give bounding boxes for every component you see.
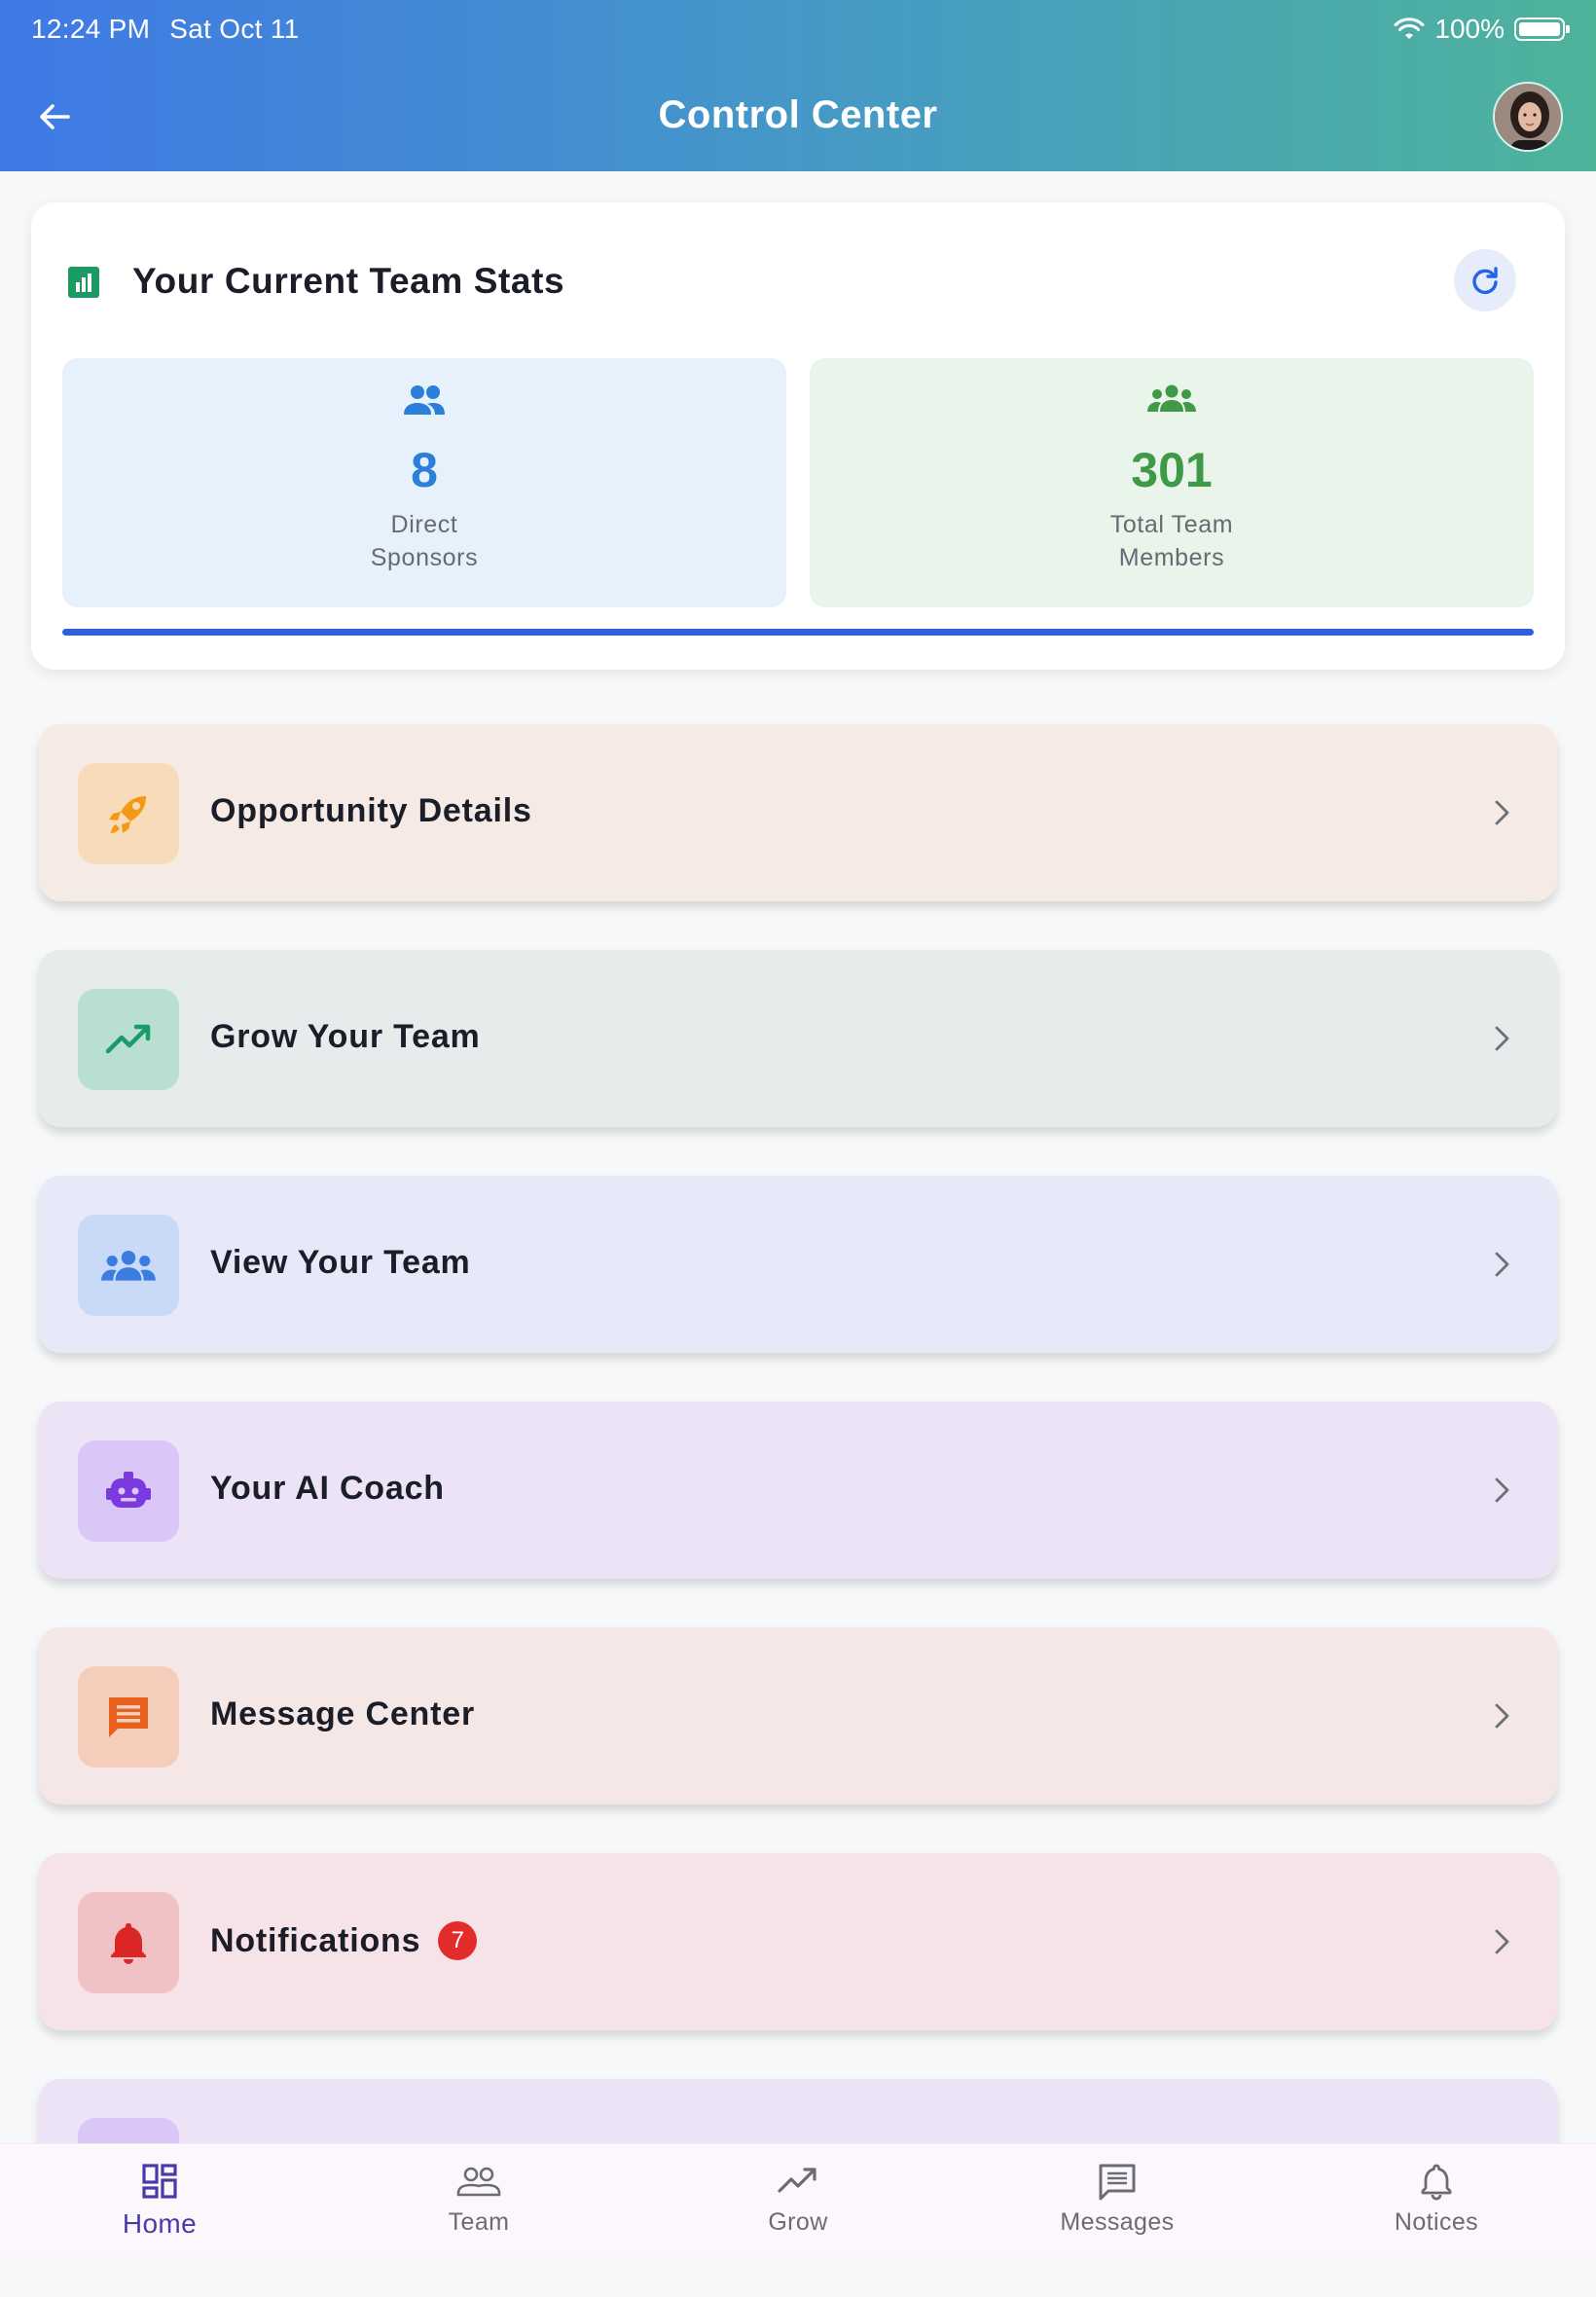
status-bar-left: 12:24 PM Sat Oct 11 [31, 14, 318, 45]
nav-label: Notices [1394, 2208, 1479, 2236]
refresh-icon [1472, 267, 1498, 295]
app-header: 12:24 PM Sat Oct 11 100% Control Center [0, 0, 1596, 171]
menu-card-view-your-team[interactable]: View Your Team [39, 1176, 1557, 1353]
rocket-icon [109, 796, 146, 833]
menu-icon-box [78, 1440, 179, 1542]
nav-label: Team [448, 2208, 510, 2236]
nav-label: Home [122, 2208, 198, 2239]
nav-grow[interactable]: Grow [638, 2144, 958, 2256]
chat-icon [1099, 2164, 1136, 2201]
status-time: 12:24 PM [31, 14, 151, 44]
menu-icon-box [78, 1666, 179, 1768]
menu-card-grow-your-team[interactable]: Grow Your Team [39, 950, 1557, 1127]
chevron-right-icon [1495, 1477, 1509, 1503]
direct-sponsors-label-2: Sponsors [370, 544, 479, 571]
groups-icon [101, 1250, 156, 1281]
wifi-icon [1394, 18, 1425, 39]
menu-label: Opportunity Details [210, 792, 532, 829]
menu-icon-box [78, 763, 179, 864]
robot-icon [106, 1472, 151, 1508]
battery-percent: 100% [1434, 14, 1505, 44]
total-team-label-1: Total Team [1109, 511, 1234, 538]
menu-icon-box [78, 989, 179, 1090]
trending-up-icon [105, 1024, 151, 1054]
stats-progress-bar [62, 629, 1534, 636]
total-team-label-2: Members [1118, 544, 1225, 571]
menu-label: Notifications [210, 1921, 421, 1959]
refresh-button[interactable] [1454, 249, 1516, 311]
bell-outline-icon [1421, 2164, 1452, 2201]
total-team-stat: 301 Total Team Members [810, 358, 1534, 607]
notification-count-badge: 7 [438, 1921, 478, 1960]
nav-home[interactable]: Home [0, 2144, 319, 2256]
stats-progress-fill [62, 629, 1534, 636]
dashboard-icon [142, 2164, 177, 2199]
menu-label: Grow Your Team [210, 1018, 481, 1055]
chevron-right-icon [1495, 1026, 1509, 1051]
nav-notices[interactable]: Notices [1277, 2144, 1596, 2256]
menu-icon-box [78, 1215, 179, 1316]
stats-title: Your Current Team Stats [132, 261, 565, 301]
bar-chart-icon [68, 267, 99, 298]
control-center-screen: 12:24 PM Sat Oct 11 100% Control Center [0, 0, 1596, 2297]
menu-card-your-ai-coach[interactable]: Your AI Coach [39, 1402, 1557, 1579]
chevron-right-icon [1495, 1703, 1509, 1729]
bell-icon [111, 1923, 146, 1964]
groups-icon [1147, 384, 1196, 412]
trending-up-icon [778, 2168, 816, 2193]
menu-card-opportunity-details[interactable]: Opportunity Details [39, 724, 1557, 901]
direct-sponsors-stat: 8 Direct Sponsors [62, 358, 786, 607]
menu-card-message-center[interactable]: Message Center [39, 1627, 1557, 1805]
status-bar-right: 100% [1394, 14, 1570, 45]
chevron-right-icon [1495, 1252, 1509, 1277]
bottom-navigation: Home Team Grow Messages Notices [0, 2143, 1596, 2256]
nav-messages[interactable]: Messages [958, 2144, 1277, 2256]
nav-label: Messages [1060, 2208, 1175, 2236]
nav-label: Grow [768, 2208, 828, 2236]
total-team-value: 301 [1131, 443, 1213, 497]
direct-sponsors-value: 8 [411, 443, 438, 497]
nav-team[interactable]: Team [319, 2144, 638, 2256]
menu-label: Message Center [210, 1695, 475, 1732]
chevron-right-icon [1495, 800, 1509, 825]
team-stats-card: Your Current Team Stats 8 Direct Sponsor… [31, 202, 1565, 670]
page-title: Control Center [658, 93, 938, 136]
status-date: Sat Oct 11 [169, 14, 300, 44]
direct-sponsors-label-1: Direct [390, 511, 458, 538]
message-icon [109, 1697, 148, 1737]
battery-icon [1514, 18, 1570, 41]
menu-label: View Your Team [210, 1244, 471, 1281]
menu-icon-box [78, 1892, 179, 1993]
menu-card-notifications[interactable]: Notifications 7 [39, 1853, 1557, 2030]
chevron-right-icon [1495, 1929, 1509, 1954]
home-indicator-area [0, 2256, 1596, 2297]
people-icon [404, 385, 445, 415]
avatar[interactable] [1493, 82, 1563, 152]
menu-label: Your AI Coach [210, 1470, 445, 1507]
people-icon [456, 2167, 501, 2197]
